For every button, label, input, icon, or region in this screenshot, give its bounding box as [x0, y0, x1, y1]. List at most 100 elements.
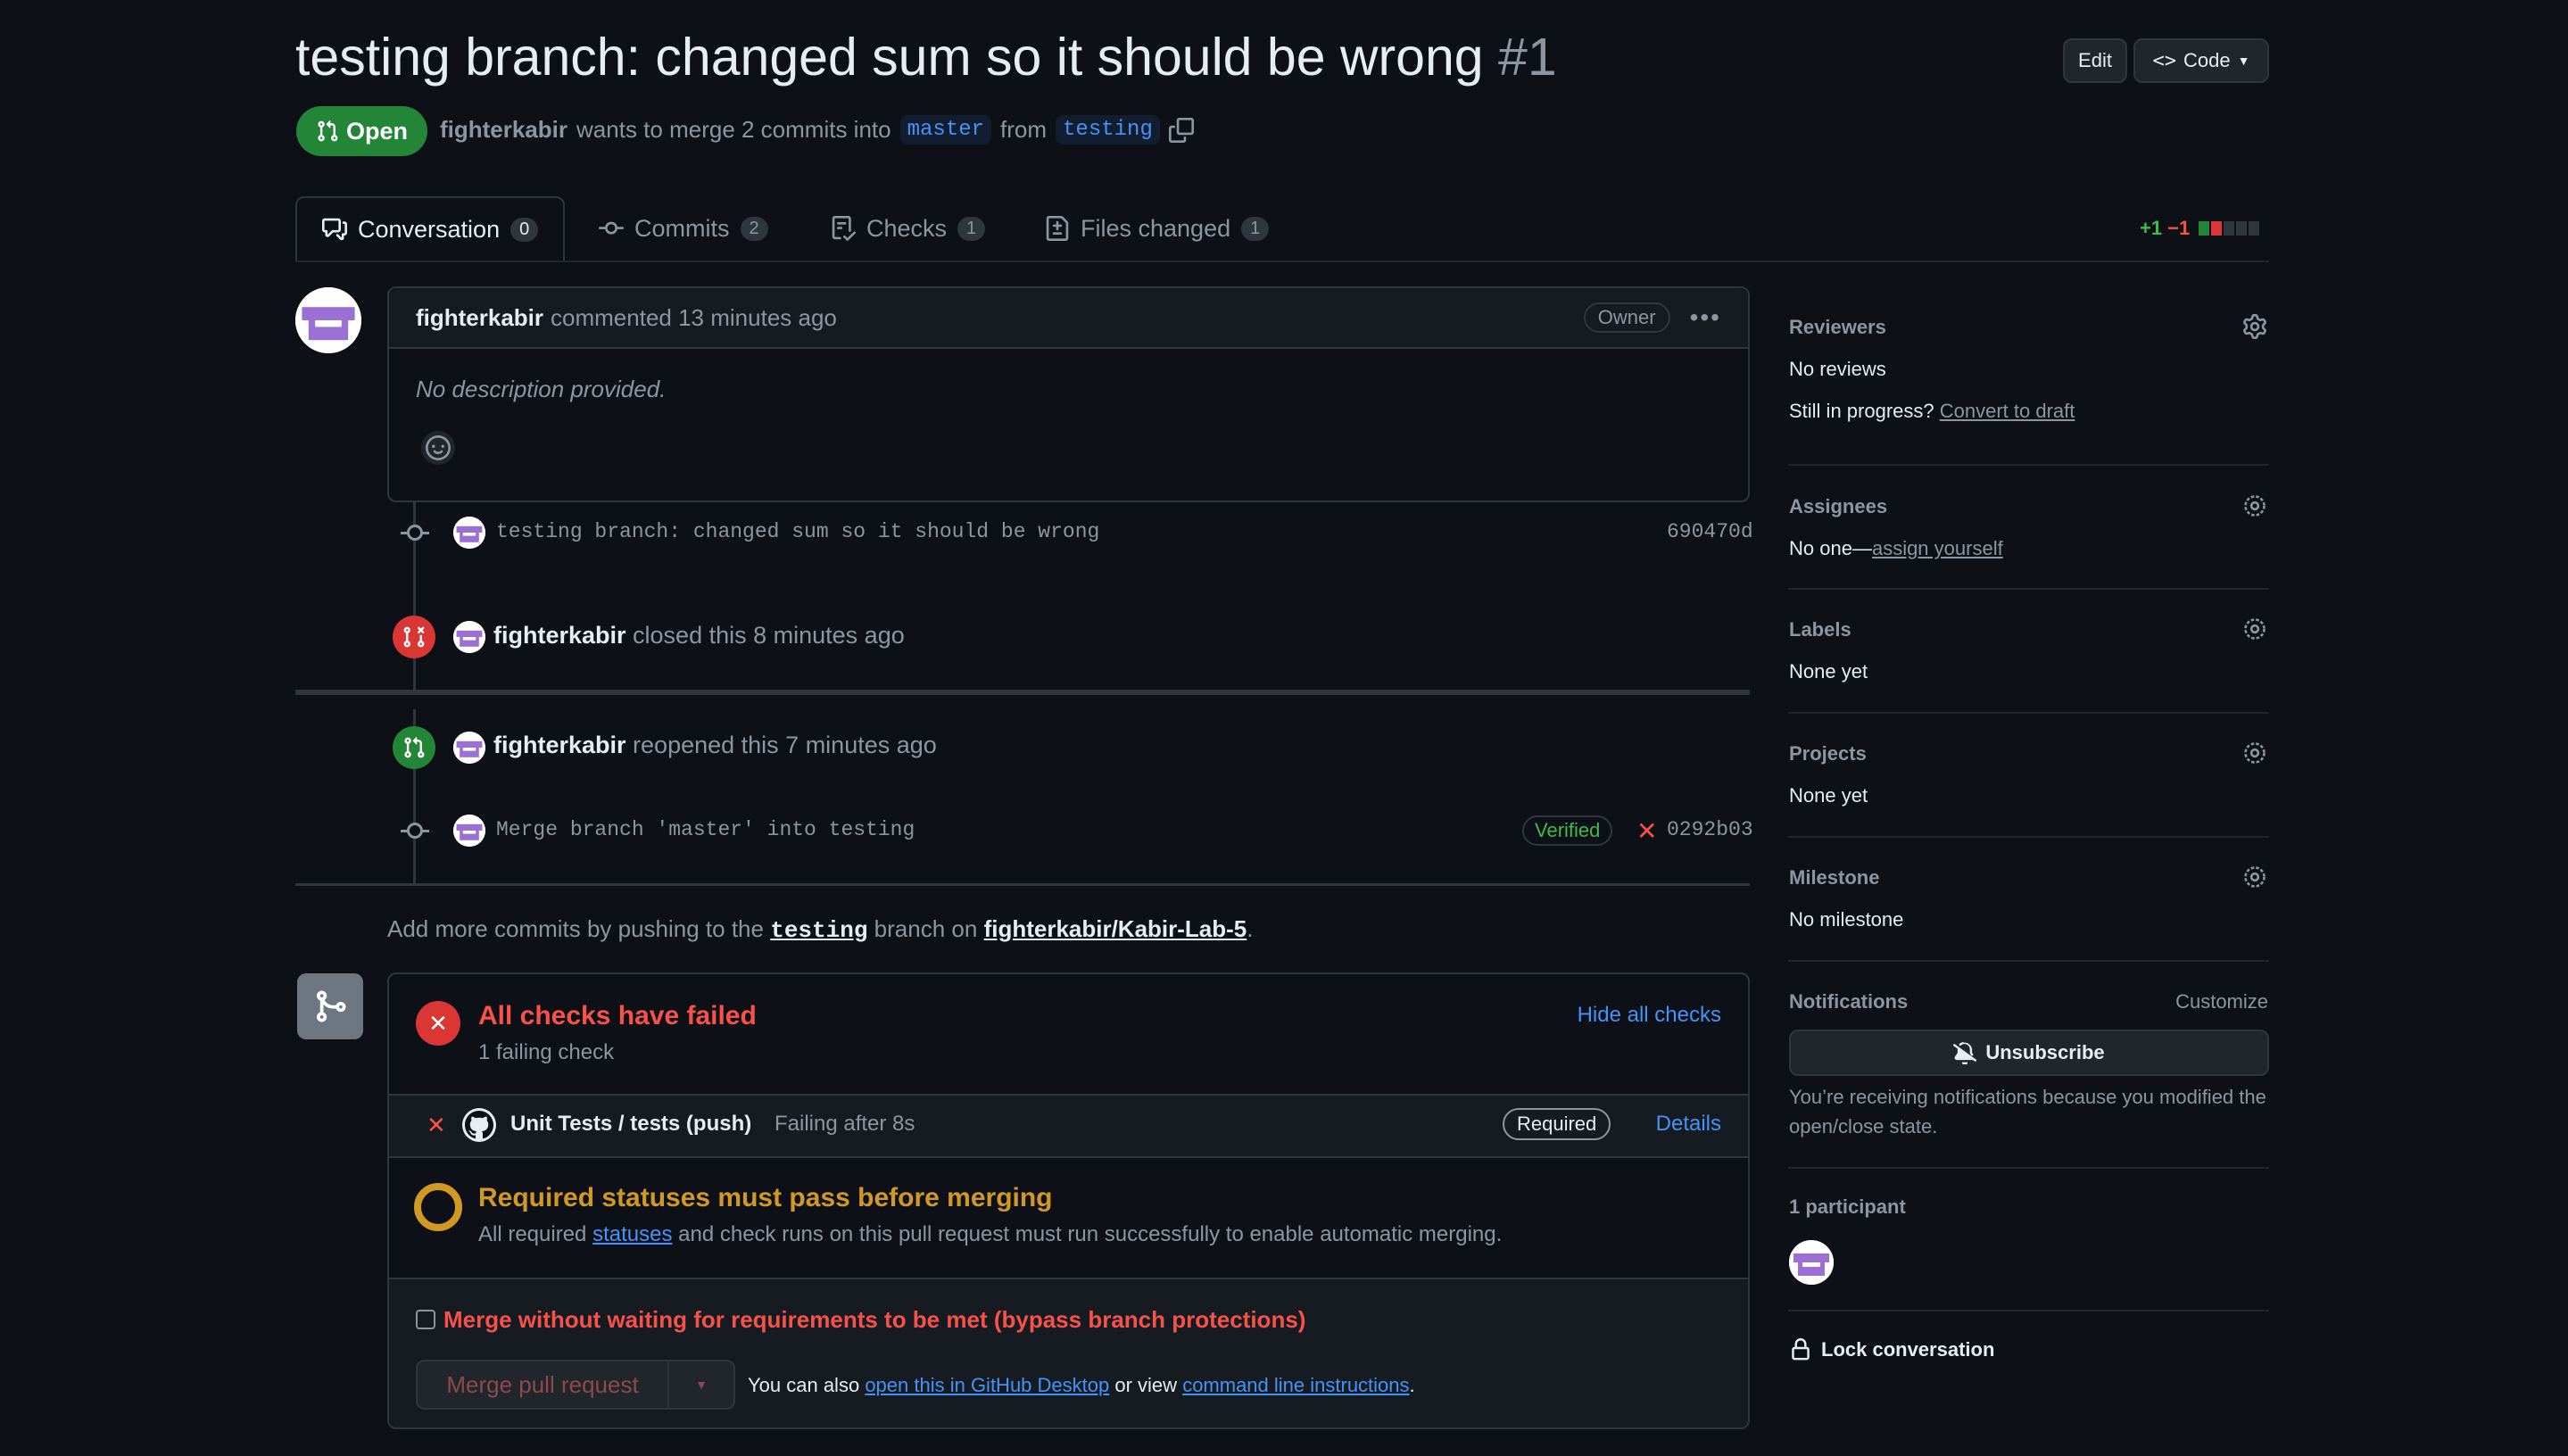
base-branch[interactable]: master [899, 115, 992, 145]
sidebar-divider [1788, 712, 2269, 714]
owner-badge: Owner [1583, 302, 1670, 333]
comment-author[interactable]: fighterkabir [416, 304, 543, 332]
notifications-heading: Notifications [1789, 990, 1909, 1013]
avatar[interactable] [453, 517, 485, 549]
draft-hint: Still in progress? Convert to draft [1789, 400, 2075, 422]
bypass-label[interactable]: Merge without waiting for requirements t… [443, 1306, 1305, 1334]
state-label: Open [345, 117, 408, 145]
notification-reason: You’re receiving notifications because y… [1789, 1086, 2266, 1138]
commit-message-link[interactable]: testing branch: changed sum so it should… [496, 520, 1099, 543]
bell-slash-icon [1953, 1041, 1977, 1064]
git-commit-icon [599, 221, 624, 235]
branch-link[interactable]: testing [770, 917, 867, 944]
milestone-value: No milestone [1789, 908, 1904, 931]
gear-icon[interactable] [2242, 864, 2267, 889]
state-badge: Open [296, 106, 427, 156]
git-commit-icon [407, 525, 423, 541]
statuses-link[interactable]: statuses [592, 1222, 672, 1246]
pr-title: testing branch: changed sum so it should… [295, 27, 1557, 87]
gear-icon[interactable] [2242, 740, 2267, 765]
commit-sha-link[interactable]: 690470d [1667, 520, 1753, 543]
avatar[interactable] [453, 815, 485, 847]
customize-link[interactable]: Customize [2175, 990, 2268, 1013]
assignees-value: No one—assign yourself [1789, 537, 2003, 559]
avatar[interactable] [453, 621, 485, 653]
file-diff-icon [1046, 216, 1069, 241]
merge-actions: Merge without waiting for requirements t… [389, 1279, 1748, 1427]
git-pull-request-closed-icon [393, 616, 435, 658]
git-pull-request-icon [393, 726, 435, 769]
reopened-event: fighterkabir reopened this 7 minutes ago [493, 732, 937, 759]
tab-checks[interactable]: Checks 1 [831, 196, 986, 261]
hide-all-checks-button[interactable]: Hide all checks [1578, 1003, 1721, 1028]
comment-body: No description provided. [416, 376, 667, 402]
from-text: from [1000, 116, 1048, 143]
bypass-checkbox[interactable] [416, 1310, 435, 1329]
merge-box: ✕ All checks have failed 1 failing check… [387, 972, 1750, 1429]
merge-method-dropdown[interactable]: ▼ [667, 1361, 733, 1408]
assignees-heading[interactable]: Assignees [1789, 495, 1887, 518]
pr-title-text: testing branch: changed sum so it should… [295, 28, 1484, 87]
pr-author-link[interactable]: fighterkabir [440, 116, 567, 144]
unsubscribe-label: Unsubscribe [1985, 1041, 2105, 1063]
tab-files-changed-label: Files changed [1081, 214, 1231, 242]
closed-event: fighterkabir closed this 8 minutes ago [493, 622, 905, 649]
reviewers-value: No reviews [1789, 358, 1886, 380]
avatar[interactable] [1789, 1240, 1834, 1285]
tab-files-changed-count: 1 [1241, 216, 1270, 241]
head-branch[interactable]: testing [1056, 115, 1160, 145]
event-author[interactable]: fighterkabir [493, 622, 626, 649]
event-text: reopened this 7 minutes ago [633, 732, 937, 758]
github-desktop-link[interactable]: open this in GitHub Desktop [865, 1374, 1109, 1396]
gear-icon[interactable] [2242, 493, 2267, 518]
event-author[interactable]: fighterkabir [493, 732, 626, 758]
participants-heading: 1 participant [1789, 1195, 1906, 1218]
verified-badge[interactable]: Verified [1522, 815, 1613, 846]
command-line-link[interactable]: command line instructions [1182, 1374, 1409, 1396]
merge-pull-request-button[interactable]: Merge pull request [418, 1361, 667, 1408]
add-reaction-button[interactable] [421, 431, 455, 465]
assign-yourself-link[interactable]: assign yourself [1872, 537, 2003, 559]
lock-conversation-button[interactable]: Lock conversation [1789, 1338, 1994, 1361]
git-commit-icon [407, 823, 423, 839]
comment-timestamp[interactable]: commented 13 minutes ago [551, 304, 837, 332]
avatar[interactable] [295, 287, 361, 353]
edit-button[interactable]: Edit [2063, 38, 2127, 83]
git-merge-icon [297, 973, 363, 1039]
diff-additions: +1 [2140, 217, 2163, 239]
reviewers-heading[interactable]: Reviewers [1789, 316, 1886, 339]
required-statuses: Required statuses must pass before mergi… [389, 1158, 1748, 1279]
tab-conversation[interactable]: Conversation 0 [295, 196, 566, 261]
copy-icon[interactable] [1168, 117, 1194, 143]
checklist-icon [832, 216, 856, 241]
tab-conversation-count: 0 [510, 217, 539, 242]
lock-label: Lock conversation [1821, 1338, 1995, 1361]
gear-icon[interactable] [2242, 616, 2267, 641]
x-icon[interactable]: ✕ [1636, 816, 1657, 846]
sidebar-divider [1788, 1167, 2269, 1169]
caret-down-icon: ▼ [2237, 54, 2250, 68]
commit-sha-link[interactable]: 0292b03 [1667, 818, 1753, 841]
merge-help-text: You can also open this in GitHub Desktop… [748, 1374, 1415, 1396]
projects-heading[interactable]: Projects [1789, 742, 1867, 765]
sidebar-divider [1788, 836, 2269, 838]
tab-commits[interactable]: Commits 2 [599, 196, 768, 261]
code-button[interactable]: <> Code ▼ [2133, 38, 2269, 83]
timeline-divider [295, 883, 1750, 886]
diffstat[interactable]: +1 −1 [2140, 217, 2260, 240]
kebab-horizontal-icon[interactable]: ••• [1690, 303, 1721, 332]
unsubscribe-button[interactable]: Unsubscribe [1789, 1030, 2269, 1076]
convert-to-draft-link[interactable]: Convert to draft [1940, 400, 2075, 422]
required-title: Required statuses must pass before mergi… [478, 1183, 1053, 1212]
details-link[interactable]: Details [1656, 1112, 1721, 1137]
commit-message-link[interactable]: Merge branch 'master' into testing [496, 818, 915, 841]
labels-heading[interactable]: Labels [1789, 618, 1851, 641]
milestone-heading[interactable]: Milestone [1789, 866, 1879, 889]
repo-link[interactable]: fighterkabir/Kabir-Lab-5 [984, 915, 1247, 942]
tab-files-changed[interactable]: Files changed 1 [1045, 196, 1270, 261]
push-hint: Add more commits by pushing to the testi… [387, 915, 1254, 944]
avatar[interactable] [453, 732, 485, 764]
sidebar-divider [1788, 464, 2269, 466]
check-status: Failing after 8s [775, 1112, 915, 1136]
gear-icon[interactable] [2242, 314, 2267, 339]
